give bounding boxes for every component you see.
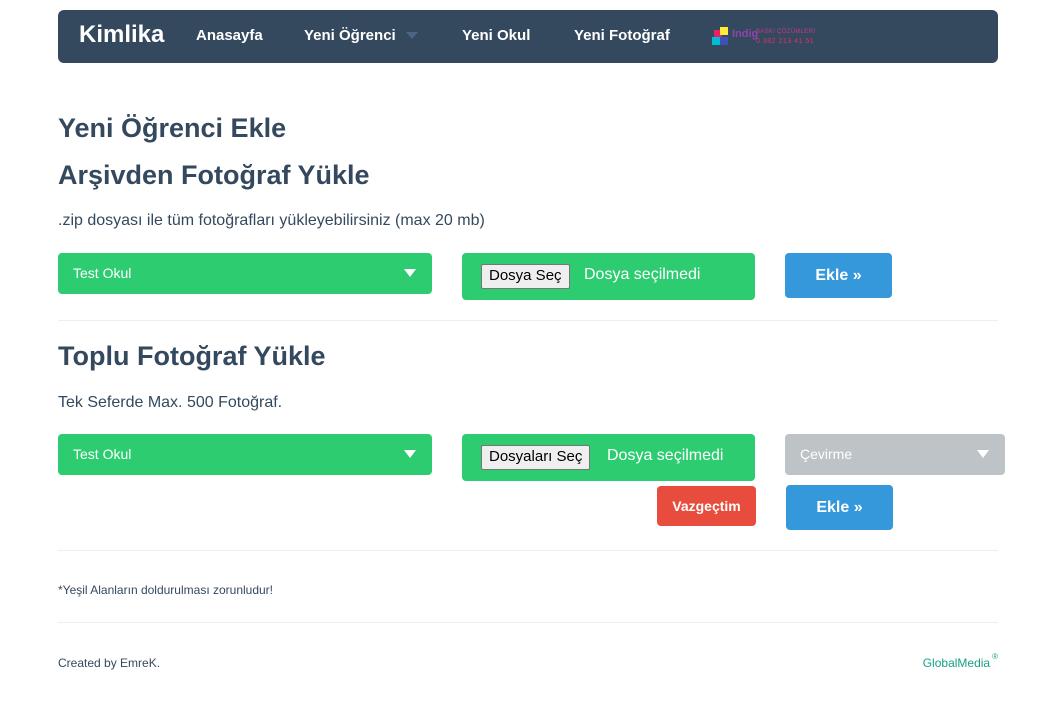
registered-mark: ® xyxy=(992,652,998,661)
footer-credit: Created by EmreK. xyxy=(58,656,161,670)
nav-item-anasayfa[interactable]: Anasayfa xyxy=(196,27,263,44)
bulk-file-input[interactable]: Dosyaları Seç Dosya seçilmedi xyxy=(462,434,755,481)
divider xyxy=(58,550,998,551)
logo-square-icon xyxy=(720,37,728,45)
archive-heading: Arşivden Fotoğraf Yükle xyxy=(58,160,370,190)
file-status: Dosya seçilmedi xyxy=(607,447,724,464)
bulk-description: Tek Seferde Max. 500 Fotoğraf. xyxy=(58,394,283,411)
chevron-down-icon xyxy=(405,31,418,39)
footer-brand: GlobalMedia xyxy=(922,656,991,670)
logo-square-icon xyxy=(720,27,728,35)
archive-file-input[interactable]: Dosya Seç Dosya seçilmedi xyxy=(462,253,755,300)
cancel-button[interactable]: Vazgeçtim xyxy=(657,486,756,526)
caret-down-icon xyxy=(404,269,416,277)
rotate-select[interactable]: Çevirme xyxy=(785,434,1005,475)
logo-phone: 0 382 213 41 51 xyxy=(756,38,815,45)
footer-brand-link[interactable]: GlobalMedia ® xyxy=(922,652,998,670)
nav-item-yeni-fotograf[interactable]: Yeni Fotoğraf xyxy=(574,27,670,44)
logo-tagline: BASKI ÇÖZÜMLERİ xyxy=(756,29,816,35)
logo-word: Indig xyxy=(732,28,759,40)
page-title: Yeni Öğrenci Ekle xyxy=(58,113,287,143)
brand-link[interactable]: Kimlika xyxy=(79,21,164,49)
bulk-submit-button[interactable]: Ekle » xyxy=(786,485,893,530)
divider xyxy=(58,320,998,321)
choose-files-button[interactable]: Dosyaları Seç xyxy=(481,445,591,470)
divider xyxy=(58,622,998,623)
bulk-school-select[interactable]: Test Okul xyxy=(58,434,432,475)
choose-file-button[interactable]: Dosya Seç xyxy=(481,264,570,289)
archive-school-select[interactable]: Test Okul xyxy=(58,253,432,294)
select-value: Test Okul xyxy=(73,446,132,462)
bulk-heading: Toplu Fotoğraf Yükle xyxy=(58,341,326,371)
navbar: Kimlika Anasayfa Yeni Öğrenci Yeni Okul … xyxy=(58,10,998,63)
sponsor-logo[interactable]: Indig BASKI ÇÖZÜMLERİ 0 382 213 41 51 xyxy=(712,27,830,49)
select-value: Çevirme xyxy=(800,446,853,462)
nav-item-yeni-okul[interactable]: Yeni Okul xyxy=(462,27,530,44)
file-status: Dosya seçilmedi xyxy=(584,266,701,283)
required-note: *Yeşil Alanların doldurulması zorunludur… xyxy=(58,583,274,597)
logo-square-icon xyxy=(712,37,720,45)
archive-submit-button[interactable]: Ekle » xyxy=(785,253,892,298)
archive-description: .zip dosyası ile tüm fotoğrafları yükley… xyxy=(58,212,485,229)
caret-down-icon xyxy=(404,450,416,458)
caret-down-icon xyxy=(977,450,989,458)
select-value: Test Okul xyxy=(73,265,132,281)
nav-item-yeni-ogrenci[interactable]: Yeni Öğrenci xyxy=(304,27,418,44)
nav-item-label: Yeni Öğrenci xyxy=(304,27,396,44)
